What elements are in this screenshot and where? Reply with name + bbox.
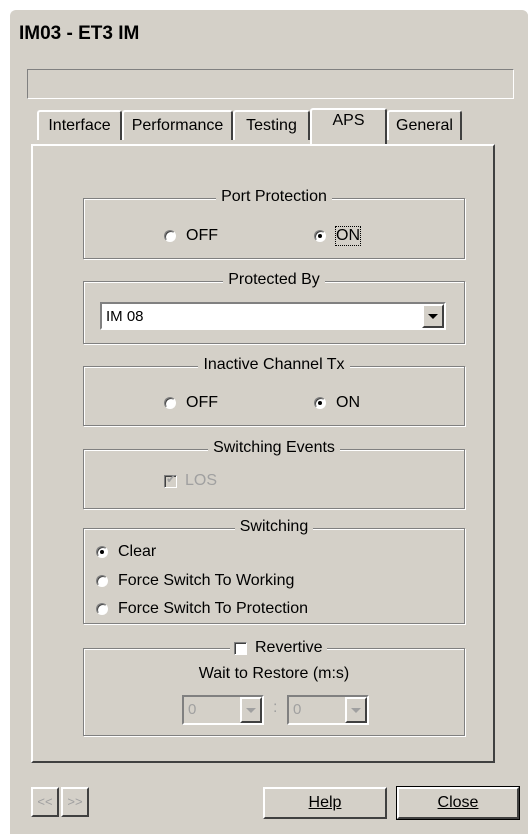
switching-events-legend: Switching Events	[208, 439, 340, 456]
wait-seconds-select[interactable]: 0	[287, 695, 369, 725]
switching-legend: Switching	[234, 518, 314, 535]
radio-checked-icon	[314, 397, 326, 409]
radio-checked-icon	[96, 546, 108, 558]
checkbox-unchecked-icon	[234, 641, 247, 655]
radio-unchecked-icon	[96, 575, 108, 587]
los-checkbox[interactable]: ✔ LOS	[164, 472, 217, 490]
switching-force-working-radio[interactable]: Force Switch To Working	[96, 572, 294, 590]
previous-button[interactable]: <<	[31, 787, 59, 817]
radio-unchecked-icon	[96, 603, 108, 615]
los-label: LOS	[185, 472, 218, 489]
radio-checked-icon	[314, 230, 326, 242]
wait-minutes-value: 0	[188, 701, 197, 718]
wait-to-restore-label: Wait to Restore (m:s)	[198, 665, 350, 682]
inactive-channel-tx-legend: Inactive Channel Tx	[198, 356, 350, 373]
revertive-group: Revertive Wait to Restore (m:s) 0 : 0	[83, 639, 465, 736]
wait-minutes-select[interactable]: 0	[182, 695, 264, 725]
time-separator: :	[273, 699, 278, 716]
switching-force-working-label: Force Switch To Working	[118, 572, 295, 589]
switching-force-protection-label: Force Switch To Protection	[118, 600, 309, 617]
port-protection-on-radio[interactable]: ON	[314, 226, 361, 246]
tab-testing[interactable]: Testing	[233, 110, 310, 140]
switching-clear-radio[interactable]: Clear	[96, 543, 156, 561]
next-button[interactable]: >>	[61, 787, 89, 817]
tab-performance[interactable]: Performance	[122, 110, 233, 140]
revertive-checkbox[interactable]: Revertive	[230, 639, 327, 657]
status-field	[27, 69, 514, 99]
tab-aps[interactable]: APS	[310, 108, 387, 144]
port-protection-off-label: OFF	[186, 227, 218, 244]
close-button[interactable]: Close	[396, 786, 520, 820]
radio-unchecked-icon	[164, 397, 176, 409]
chevron-down-icon[interactable]	[240, 697, 262, 723]
inactive-channel-off-label: OFF	[186, 394, 218, 411]
title-bar: IM03 - ET3 IM	[11, 11, 528, 57]
aps-panel: Port Protection OFF ON Protected By IM 0…	[31, 144, 495, 763]
inactive-channel-on-radio[interactable]: ON	[314, 394, 360, 412]
checkbox-checked-icon: ✔	[164, 471, 177, 488]
port-protection-group: Port Protection OFF ON	[83, 188, 465, 259]
inactive-channel-off-radio[interactable]: OFF	[164, 394, 218, 412]
inactive-channel-on-label: ON	[336, 394, 360, 411]
radio-unchecked-icon	[164, 230, 176, 242]
switching-force-protection-radio[interactable]: Force Switch To Protection	[96, 600, 308, 618]
close-button-label: Close	[437, 794, 479, 811]
protected-by-value: IM 08	[106, 308, 144, 325]
port-protection-off-radio[interactable]: OFF	[164, 227, 218, 245]
switching-clear-label: Clear	[118, 543, 157, 560]
tab-general[interactable]: General	[387, 110, 462, 140]
inactive-channel-tx-group: Inactive Channel Tx OFF ON	[83, 356, 465, 426]
revertive-label: Revertive	[255, 639, 323, 656]
protected-by-legend: Protected By	[223, 271, 325, 288]
dialog-window: IM03 - ET3 IM Interface Performance Test…	[10, 10, 528, 834]
port-protection-legend: Port Protection	[216, 188, 332, 205]
port-protection-on-label: ON	[335, 226, 361, 246]
switching-events-group: Switching Events ✔ LOS	[83, 439, 465, 509]
tab-interface[interactable]: Interface	[37, 110, 122, 140]
protected-by-group: Protected By IM 08	[83, 271, 465, 344]
help-button[interactable]: Help	[263, 787, 387, 819]
protected-by-select[interactable]: IM 08	[100, 302, 446, 330]
switching-group: Switching Clear Force Switch To Working …	[83, 518, 465, 624]
chevron-down-icon[interactable]	[345, 697, 367, 723]
window-title: IM03 - ET3 IM	[19, 23, 140, 44]
chevron-down-icon[interactable]	[422, 304, 444, 328]
wait-seconds-value: 0	[293, 701, 302, 718]
help-button-label: Help	[308, 794, 342, 811]
